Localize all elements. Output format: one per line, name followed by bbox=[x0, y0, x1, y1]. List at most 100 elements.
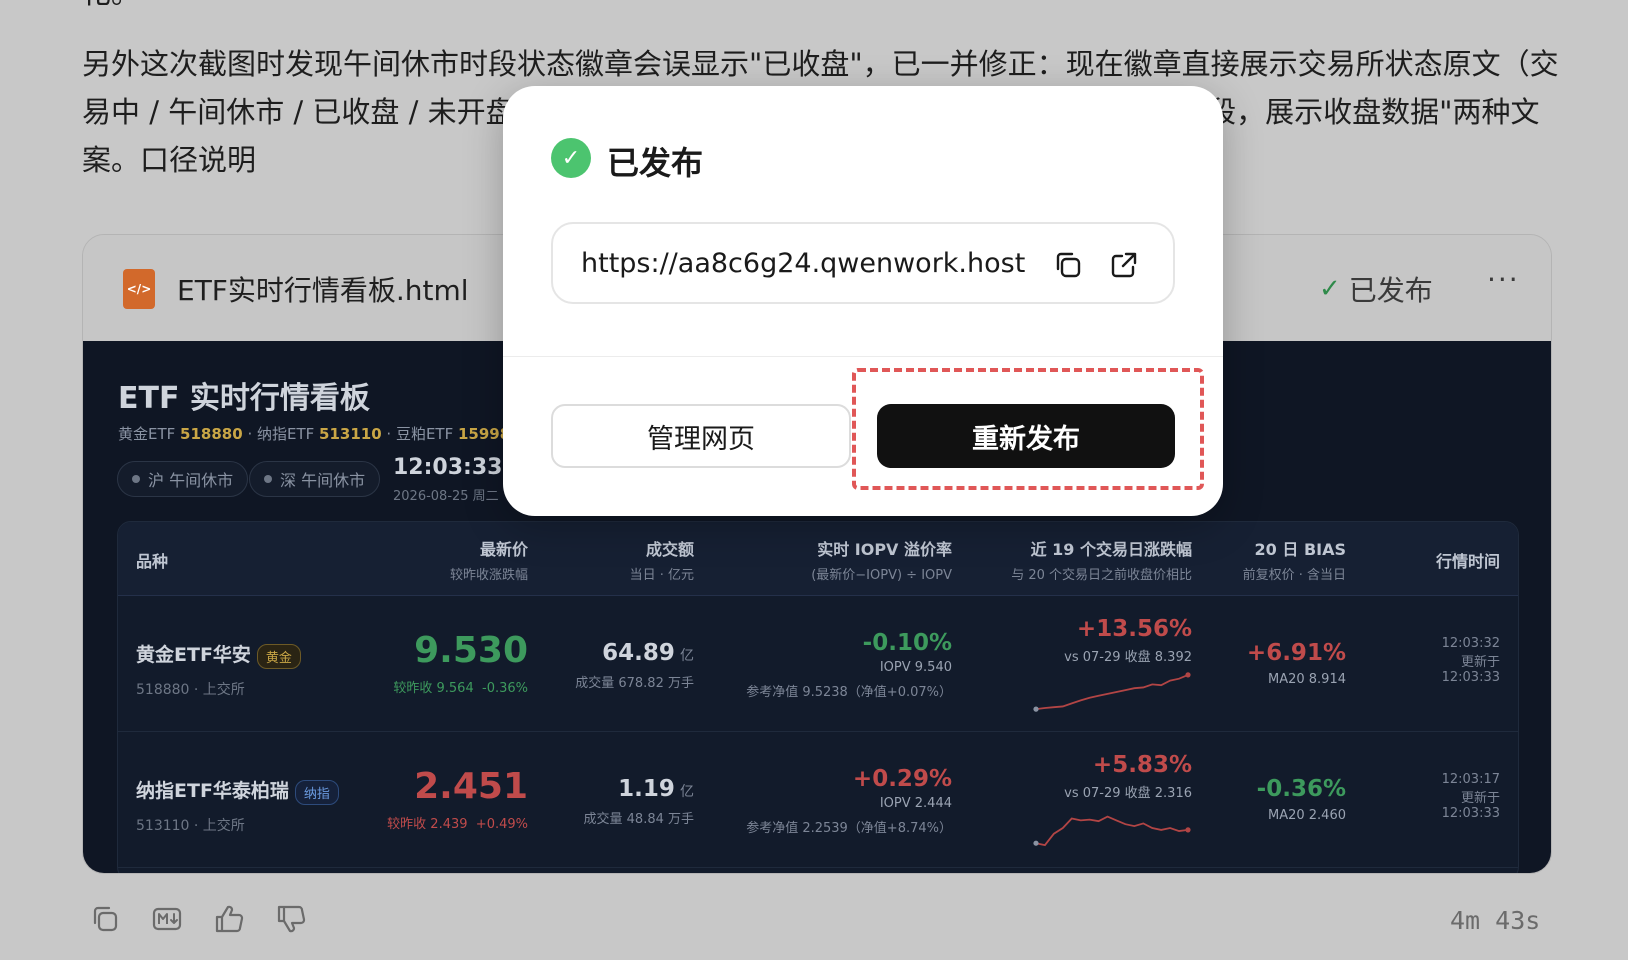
latest-price: 2.451 bbox=[414, 766, 528, 807]
dashboard-subtitle: 黄金ETF 518880 · 纳指ETF 513110 · 豆粕ETF 1599… bbox=[118, 423, 521, 444]
turnover-unit: 亿 bbox=[680, 648, 694, 664]
pill-label: 深 午间休市 bbox=[280, 471, 366, 490]
price-change-pct: -0.36% bbox=[482, 681, 528, 696]
sparkline-start-point bbox=[1033, 706, 1039, 712]
message-actions-toolbar bbox=[88, 902, 308, 936]
bias-cell: -0.36% MA20 2.460 bbox=[1257, 776, 1346, 823]
quote-time: 12:03:32 bbox=[1441, 636, 1500, 651]
popup-title: 已发布 bbox=[607, 144, 704, 182]
quote-time: 12:03:17 bbox=[1441, 772, 1500, 787]
markdown-icon[interactable] bbox=[150, 902, 184, 936]
copy-icon[interactable] bbox=[1051, 248, 1085, 282]
quotes-table: 品种 最新价 较昨收涨跌幅 成交额 当日 · 亿元 实时 IOPV 溢价率 (最新价−… bbox=[117, 521, 1519, 873]
sparkline-end-point bbox=[1185, 672, 1191, 678]
volume: 成交量 678.82 万手 bbox=[575, 676, 694, 691]
sparkline-chart bbox=[1033, 815, 1191, 847]
success-check-icon: ✓ bbox=[551, 138, 591, 178]
chg19-reference: vs 07-29 收盘 2.316 bbox=[1064, 786, 1192, 801]
status-dot-icon bbox=[264, 475, 272, 483]
time-cell: 12:03:17 更新于 12:03:33 bbox=[1442, 772, 1500, 821]
table-row: 黄金ETF华安 黄金 518880 · 上交所 9.530 较昨收 9.564 -… bbox=[118, 596, 1518, 732]
bias-value: +6.91% bbox=[1246, 640, 1346, 666]
price-cell: 9.530 较昨收 9.564 -0.36% bbox=[393, 630, 528, 696]
price-change-pct: +0.49% bbox=[475, 817, 528, 832]
sub-code: 518880 bbox=[180, 425, 243, 443]
instrument-name: 纳指ETF华泰柏瑞 bbox=[136, 780, 289, 802]
chg19-cell: +5.83% vs 07-29 收盘 2.316 bbox=[1032, 752, 1192, 855]
price-cell: 2.451 较昨收 2.439 +0.49% bbox=[387, 766, 528, 832]
pill-label: 沪 午间休市 bbox=[148, 471, 234, 490]
chg19-value: +13.56% bbox=[1076, 616, 1192, 642]
instrument-cell: 黄金ETF华安 黄金 518880 · 上交所 bbox=[136, 640, 301, 699]
iopv-premium: -0.10% bbox=[862, 630, 952, 656]
market-status-pill: 沪 午间休市 bbox=[117, 461, 249, 497]
prev-close: 较昨收 9.564 bbox=[393, 681, 474, 696]
thumbs-down-icon[interactable] bbox=[274, 902, 308, 936]
manage-page-button[interactable]: 管理网页 bbox=[551, 404, 851, 468]
table-header: 品种 最新价 较昨收涨跌幅 成交额 当日 · 亿元 实时 IOPV 溢价率 (最新价−… bbox=[118, 522, 1518, 596]
open-external-icon[interactable] bbox=[1107, 248, 1141, 282]
column-header: 成交额 当日 · 亿元 bbox=[629, 540, 694, 583]
premium-cell: -0.10% IOPV 9.540 参考净值 9.5238（净值+0.07%） bbox=[746, 630, 952, 700]
column-header: 最新价 较昨收涨跌幅 bbox=[449, 540, 528, 583]
turnover-value: 64.89 bbox=[602, 640, 675, 666]
more-options-icon[interactable]: ··· bbox=[1487, 263, 1520, 296]
published-url-field[interactable]: https://aa8c6g24.qwenwork.host bbox=[551, 222, 1175, 304]
column-header: 近 19 个交易日涨跌幅与 20 个交易日之前收盘价相比 bbox=[1011, 540, 1192, 583]
reference-nav: 参考净值 9.5238（净值+0.07%） bbox=[746, 685, 952, 700]
chg19-cell: +13.56% vs 07-29 收盘 8.392 bbox=[1032, 616, 1192, 719]
iopv-value: IOPV 9.540 bbox=[879, 660, 952, 675]
clipped-message-text: 化。 bbox=[82, 0, 140, 12]
turnover-unit: 亿 bbox=[680, 784, 694, 800]
check-icon: ✓ bbox=[1319, 274, 1341, 304]
column-header: 品种 bbox=[136, 552, 169, 571]
market-status-pill: 深 午间休市 bbox=[249, 461, 381, 497]
bias-value: -0.36% bbox=[1256, 776, 1346, 802]
sub-code: 513110 bbox=[319, 425, 382, 443]
sub-label: · 纳指ETF bbox=[242, 425, 320, 443]
publish-popup: ✓ 已发布 https://aa8c6g24.qwenwork.host 管理网… bbox=[503, 86, 1223, 516]
time-cell: 12:03:32 更新于 12:03:33 bbox=[1442, 636, 1500, 685]
instrument-code: 518880 · 上交所 bbox=[136, 682, 245, 698]
updated-label: 更新于 bbox=[1460, 791, 1500, 806]
instrument-name: 黄金ETF华安 bbox=[136, 644, 251, 666]
bias-cell: +6.91% MA20 8.914 bbox=[1247, 640, 1346, 687]
turnover-cell: 64.89 亿 成交量 678.82 万手 bbox=[575, 640, 694, 691]
column-header: 20 日 BIAS 前复权价 · 含当日 bbox=[1242, 540, 1346, 583]
thumbs-up-icon[interactable] bbox=[212, 902, 246, 936]
elapsed-time: 4m 43s bbox=[1450, 906, 1541, 935]
sparkline-start-point bbox=[1033, 840, 1039, 846]
html-file-icon: </> bbox=[123, 269, 155, 309]
copy-icon[interactable] bbox=[88, 902, 122, 936]
republish-button[interactable]: 重新发布 bbox=[877, 404, 1175, 468]
chg19-reference: vs 07-29 收盘 8.392 bbox=[1064, 650, 1192, 665]
dashboard-time: 12:03:33 bbox=[393, 455, 503, 480]
iopv-value: IOPV 2.444 bbox=[879, 796, 952, 811]
published-status-label: 已发布 bbox=[1348, 274, 1433, 307]
sparkline-series bbox=[1035, 815, 1189, 847]
artifact-file-name[interactable]: ETF实时行情看板.html bbox=[177, 269, 469, 309]
sparkline-series bbox=[1035, 674, 1189, 710]
turnover-cell: 1.19 亿 成交量 48.84 万手 bbox=[584, 776, 694, 827]
instrument-cell: 纳指ETF华泰柏瑞 纳指 513110 · 上交所 bbox=[136, 776, 339, 835]
prev-close: 较昨收 2.439 bbox=[387, 817, 468, 832]
sub-label: · 豆粕ETF bbox=[381, 425, 458, 443]
updated-time: 12:03:33 bbox=[1441, 670, 1500, 685]
status-dot-icon bbox=[132, 475, 140, 483]
iopv-premium: +0.29% bbox=[852, 766, 952, 792]
published-url[interactable]: https://aa8c6g24.qwenwork.host bbox=[581, 248, 1025, 279]
dashboard-date: 2026-08-25 周二 bbox=[393, 489, 499, 504]
dashboard-title: ETF 实时行情看板 bbox=[118, 381, 370, 416]
volume: 成交量 48.84 万手 bbox=[583, 812, 694, 827]
updated-time: 12:03:33 bbox=[1441, 806, 1500, 821]
sub-label: 黄金ETF bbox=[118, 425, 181, 443]
sparkline-end-point bbox=[1185, 827, 1191, 833]
published-status[interactable]: ✓ 已发布 bbox=[1319, 269, 1433, 309]
premium-cell: +0.29% IOPV 2.444 参考净值 2.2539（净值+8.74%） bbox=[746, 766, 952, 836]
chg19-value: +5.83% bbox=[1092, 752, 1192, 778]
column-header: 行情时间 bbox=[1435, 552, 1500, 571]
category-tag: 黄金 bbox=[256, 644, 301, 669]
popup-divider bbox=[503, 356, 1223, 357]
reference-nav: 参考净值 2.2539（净值+8.74%） bbox=[746, 821, 952, 836]
instrument-code: 513110 · 上交所 bbox=[136, 818, 245, 834]
